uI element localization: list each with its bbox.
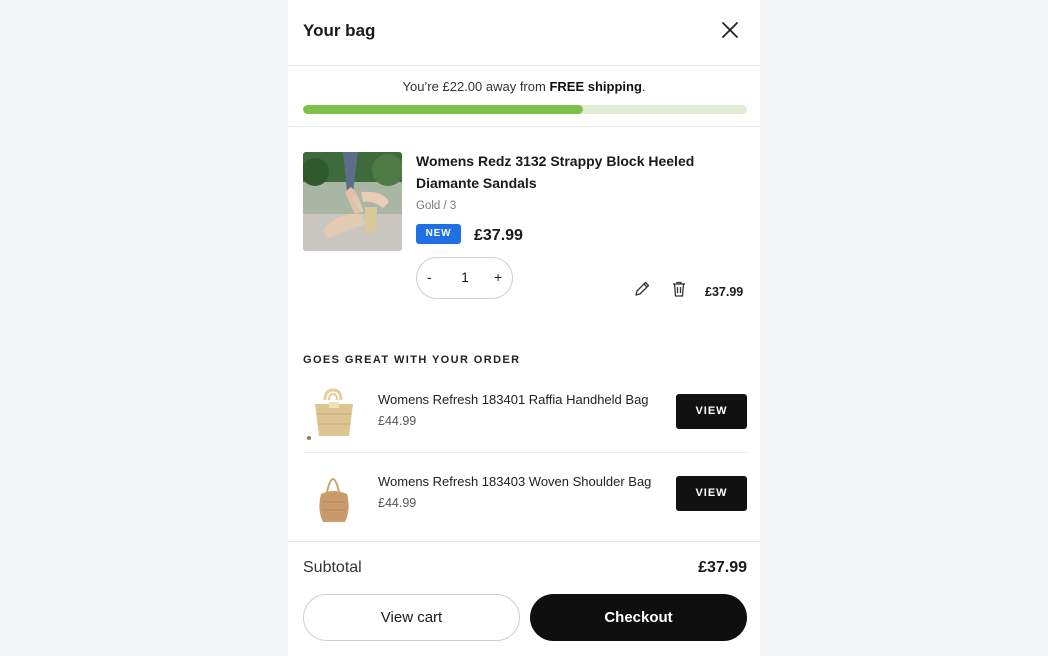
cart-drawer: Your bag You’re £22.00 away from FREE sh…: [288, 0, 760, 656]
cart-title: Your bag: [303, 21, 376, 40]
cart-footer: Subtotal £37.99 View cart Checkout: [288, 541, 760, 656]
recommended-item: Womens Refresh 183401 Raffia Handheld Ba…: [303, 380, 747, 453]
trash-icon[interactable]: [670, 280, 688, 298]
product-variant: Gold / 3: [416, 200, 457, 212]
free-shipping-banner: You’re £22.00 away from FREE shipping.: [288, 66, 760, 127]
subtotal-label: Subtotal: [303, 559, 362, 576]
shipping-message: You’re £22.00 away from FREE shipping.: [288, 79, 760, 94]
shipping-message-highlight: FREE shipping: [549, 79, 642, 94]
shipping-message-suffix: .: [641, 79, 646, 94]
quantity-stepper: - 1 +: [416, 257, 513, 299]
product-image[interactable]: [303, 152, 402, 251]
quantity-value[interactable]: 1: [459, 269, 471, 285]
view-button[interactable]: VIEW: [676, 476, 747, 511]
shipping-progress-fill: [303, 105, 583, 114]
checkout-button[interactable]: Checkout: [530, 594, 747, 641]
recommended-item-price: £44.99: [378, 496, 417, 510]
shipping-progress-bar: [303, 105, 747, 114]
close-icon[interactable]: [720, 20, 740, 40]
new-badge: NEW: [416, 224, 461, 244]
cart-item: Womens Redz 3132 Strappy Block Heeled Di…: [303, 152, 747, 312]
increase-quantity-button[interactable]: +: [494, 269, 502, 285]
upsell-heading: GOES GREAT WITH YOUR ORDER: [303, 354, 521, 366]
line-total: £37.99: [705, 285, 744, 299]
recommended-item: Womens Refresh 183403 Woven Shoulder Bag…: [303, 462, 747, 532]
decrease-quantity-button[interactable]: -: [427, 269, 432, 285]
subtotal-value: £37.99: [698, 559, 747, 576]
product-name[interactable]: Womens Redz 3132 Strappy Block Heeled Di…: [416, 150, 736, 194]
product-price: £37.99: [474, 227, 523, 244]
recommended-item-price: £44.99: [378, 414, 417, 428]
cart-header: Your bag: [288, 0, 760, 66]
product-image[interactable]: [303, 384, 365, 446]
product-image[interactable]: [303, 466, 365, 528]
shipping-message-prefix: You’re £22.00 away from: [402, 79, 550, 94]
view-button[interactable]: VIEW: [676, 394, 747, 429]
edit-icon[interactable]: [633, 280, 651, 298]
recommended-item-name[interactable]: Womens Refresh 183403 Woven Shoulder Bag: [378, 474, 668, 489]
view-cart-button[interactable]: View cart: [303, 594, 520, 641]
recommended-item-name[interactable]: Womens Refresh 183401 Raffia Handheld Ba…: [378, 392, 668, 407]
